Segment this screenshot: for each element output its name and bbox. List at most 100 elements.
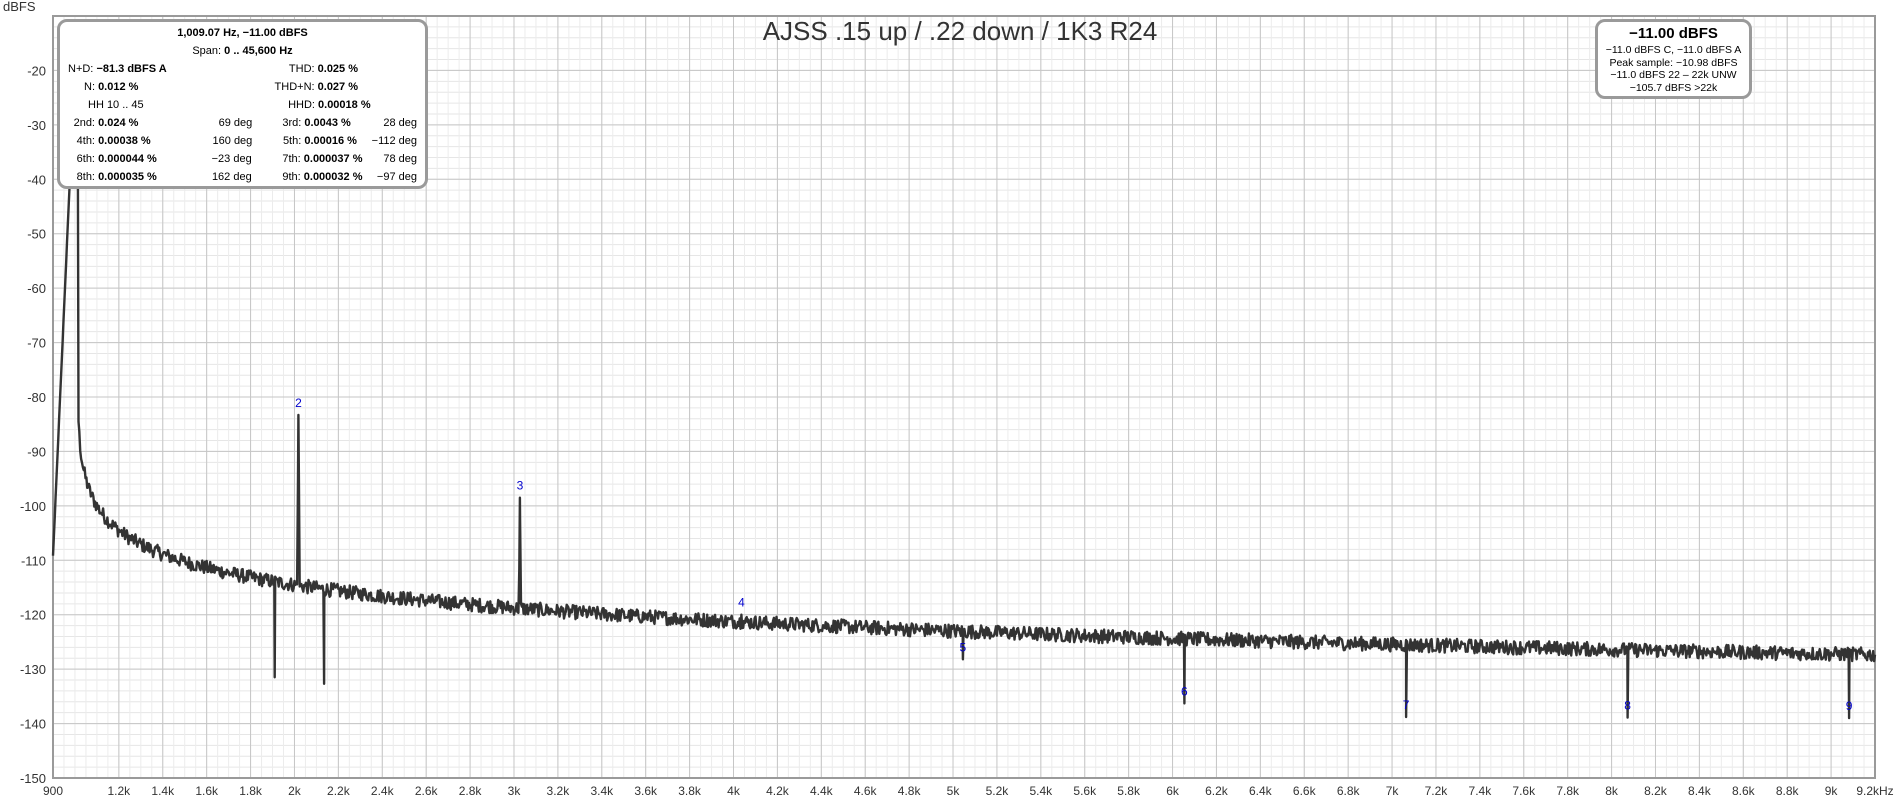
x-tick-label: 3.2k xyxy=(547,784,571,798)
harmonic-b-phase: −97 deg xyxy=(376,171,417,183)
level-main: −11.00 dBFS xyxy=(1629,25,1718,42)
harmonic-row: 6th: 0.000044 % −23 deg 7th: 0.000037 % 78 … xyxy=(68,150,417,168)
harmonic-label: 6 xyxy=(1181,684,1188,698)
harmonic-a-label: 4th: xyxy=(76,135,95,147)
harmonic-a-label: 2nd: xyxy=(73,117,95,129)
hh-label: HH 10 .. 45 xyxy=(88,99,144,111)
x-tick-label: 2.8k xyxy=(459,784,483,798)
harmonic-b-phase: 28 deg xyxy=(383,117,418,129)
harmonic-a-value: 0.000035 % xyxy=(98,171,157,183)
x-tick-label: 5k xyxy=(947,784,961,798)
x-tick-label: 2k xyxy=(288,784,302,798)
x-tick-label: 3.4k xyxy=(590,784,614,798)
x-tick-label: 8k xyxy=(1605,784,1619,798)
harmonic-row: 2nd: 0.024 % 69 deg 3rd: 0.0043 % 28 deg xyxy=(68,114,417,132)
harmonic-label: 2 xyxy=(295,396,302,410)
y-axis-ticks: -20 -30 -40 -50 -60 -70 -80 -90 -100 -110 -120 -130… xyxy=(20,63,46,786)
nd-label: N+D: xyxy=(68,63,94,75)
x-tick-label: 2.4k xyxy=(371,784,395,798)
x-tick-label: 8.4k xyxy=(1688,784,1712,798)
thd-value: 0.025 % xyxy=(317,63,359,75)
hhd-value: 0.00018 % xyxy=(318,99,371,111)
hhd-label: HHD: xyxy=(288,99,315,111)
x-tick-label: 8.8k xyxy=(1776,784,1800,798)
nd-value: −81.3 dBFS A xyxy=(96,63,167,75)
harmonic-label: 3 xyxy=(517,479,524,493)
harmonic-a-value: 0.00038 % xyxy=(98,135,151,147)
harmonic-a-phase: 160 deg xyxy=(212,135,253,147)
x-tick-label: 5.8k xyxy=(1117,784,1141,798)
harmonic-label: 9 xyxy=(1846,699,1853,713)
y-tick-label: -110 xyxy=(21,553,46,568)
harmonic-label: 8 xyxy=(1624,699,1631,713)
harmonic-a-label: 6th: xyxy=(76,153,95,165)
harmonic-a-value: 0.024 % xyxy=(98,117,139,129)
y-tick-label: -40 xyxy=(27,172,46,187)
harmonic-a-phase: 162 deg xyxy=(211,171,252,183)
x-tick-label: 7.4k xyxy=(1469,784,1493,798)
x-tick-label: 900 xyxy=(43,784,63,798)
y-axis-label: dBFS xyxy=(3,0,36,14)
y-tick-label: -30 xyxy=(27,118,46,133)
x-tick-label: 7k xyxy=(1386,784,1400,798)
harmonic-b-value: 0.000032 % xyxy=(303,171,363,183)
x-tick-label: 5.4k xyxy=(1029,784,1053,798)
y-tick-label: -90 xyxy=(27,444,46,459)
x-tick-label: 3.6k xyxy=(634,784,658,798)
x-tick-label: 4.2k xyxy=(766,784,790,798)
fundamental-readout: 1,009.07 Hz, −11.00 dBFS xyxy=(177,27,308,39)
x-tick-label: 7.6k xyxy=(1512,784,1536,798)
x-tick-label: 4.8k xyxy=(898,784,922,798)
level-line-unweighted: −11.0 dBFS 22 – 22k UNW xyxy=(1610,69,1737,81)
x-tick-label: 7.2k xyxy=(1425,784,1449,798)
x-tick-label: 5.6k xyxy=(1073,784,1097,798)
x-axis-ticks: 900 1.2k 1.4k 1.6k 1.8k 2k 2.2k 2.4k 2.6k 2.8k 3k 3… xyxy=(43,784,1894,798)
harmonic-a-label: 8th: xyxy=(76,171,95,183)
y-tick-label: -130 xyxy=(20,662,46,677)
harmonic-b-phase: −112 deg xyxy=(371,135,418,147)
harmonic-b-label: 5th: xyxy=(282,135,302,147)
x-tick-label: 3.8k xyxy=(678,784,702,798)
harmonic-b-label: 3rd: xyxy=(282,117,302,129)
x-tick-label: 1.8k xyxy=(239,784,263,798)
x-tick-label: 6.2k xyxy=(1205,784,1229,798)
harmonic-b-value: 0.0043 % xyxy=(304,117,351,129)
harmonic-b-phase: 78 deg xyxy=(383,153,417,165)
span-label: Span: xyxy=(192,45,222,57)
y-tick-label: -70 xyxy=(27,336,46,351)
level-line-weighted: −11.0 dBFS C, −11.0 dBFS A xyxy=(1605,44,1742,56)
x-tick-label: 6k xyxy=(1166,784,1180,798)
y-tick-label: -120 xyxy=(20,608,46,623)
level-readout-box: −11.00 dBFS −11.0 dBFS C, −11.0 dBFS A P… xyxy=(1595,19,1752,99)
x-tick-label: 6.4k xyxy=(1249,784,1273,798)
x-tick-label: 8.2k xyxy=(1644,784,1668,798)
thd-label: THD: xyxy=(288,63,315,75)
x-tick-label: 6.6k xyxy=(1293,784,1317,798)
harmonics-table: 2nd: 0.024 % 69 deg 3rd: 0.0043 % 28 deg 4th… xyxy=(68,114,417,186)
y-tick-label: -100 xyxy=(20,499,46,514)
x-tick-label: 4.4k xyxy=(810,784,834,798)
x-tick-label: 7.8k xyxy=(1556,784,1580,798)
x-tick-label: 3k xyxy=(508,784,522,798)
harmonic-a-value: 0.000044 % xyxy=(98,153,157,165)
harmonic-a-phase: 69 deg xyxy=(218,117,253,129)
x-tick-label: 6.8k xyxy=(1337,784,1361,798)
x-tick-label: 1.4k xyxy=(151,784,175,798)
harmonic-b-label: 7th: xyxy=(282,153,301,165)
measurement-info-box: 1,009.07 Hz, −11.00 dBFS Span: 0 .. 45,6… xyxy=(57,19,428,189)
harmonic-a-phase: −23 deg xyxy=(211,153,252,165)
x-tick-label: 1.6k xyxy=(195,784,219,798)
harmonic-b-label: 9th: xyxy=(282,171,301,183)
harmonic-label: 4 xyxy=(738,596,745,610)
y-tick-label: -20 xyxy=(27,63,46,78)
harmonic-b-value: 0.000037 % xyxy=(303,153,363,165)
harmonic-row: 4th: 0.00038 % 160 deg 5th: 0.00016 % −112 … xyxy=(68,132,417,150)
level-line-ultrasonic: −105.7 dBFS >22k xyxy=(1629,81,1718,94)
thdn-label: THD+N: xyxy=(274,81,315,93)
n-value: 0.012 % xyxy=(98,81,139,93)
x-tick-label: 1.2k xyxy=(108,784,132,798)
harmonic-label: 5 xyxy=(960,640,967,654)
x-tick-label: 5.2k xyxy=(986,784,1010,798)
span-value: 0 .. 45,600 Hz xyxy=(224,45,293,57)
n-label: N: xyxy=(84,81,95,93)
